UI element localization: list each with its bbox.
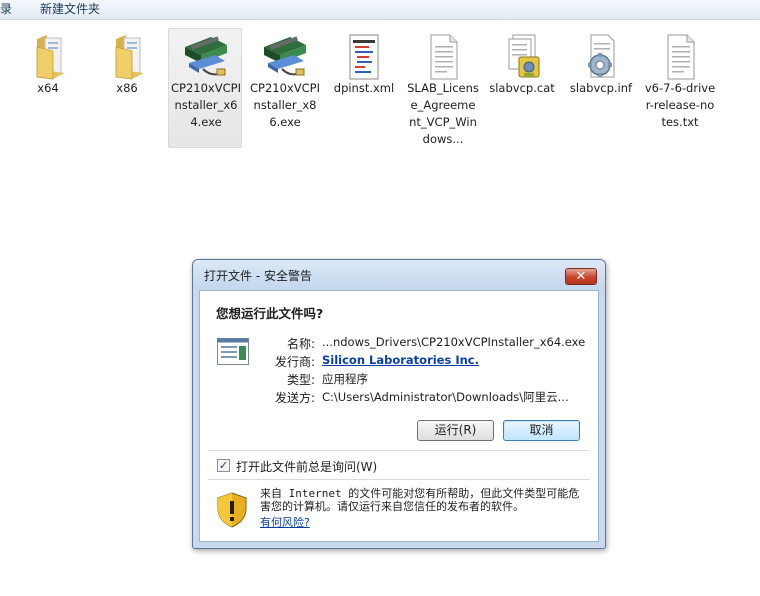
file-item-slabvcp-cat[interactable]: slabvcp.cat [484,28,558,148]
file-label: CP210xVCPInstaller_x64.exe [171,81,241,129]
file-label: x86 [116,81,138,95]
dialog-body: 您想运行此文件吗? 名称: ...ndows_Drivers\CP210xVCP… [199,290,599,542]
file-label: x64 [37,81,59,95]
close-icon: ✕ [575,269,587,284]
file-label: v6-7-6-driver-release-notes.txt [644,81,716,129]
warning-section: 来自 Internet 的文件可能对您有所帮助，但此文件类型可能危害您的计算机。… [200,480,598,541]
file-label: SLAB_License_Agreement_VCP_Windows... [407,81,479,146]
security-warning-dialog: 打开文件 - 安全警告 ✕ 您想运行此文件吗? 名称: ...ndows_Dri… [192,259,606,549]
type-value: 应用程序 [322,372,368,386]
folder-icon [115,35,144,80]
close-button[interactable]: ✕ [565,268,597,285]
xml-file-icon [349,34,379,80]
file-label: dpinst.xml [333,81,395,95]
file-item-slabvcp-inf[interactable]: slabvcp.inf [563,28,637,148]
divider [208,450,590,451]
folder-icon [36,35,65,80]
security-shield-icon [217,492,247,528]
toolbar-item-fragment[interactable]: 录 [0,1,12,17]
text-file-icon [430,34,458,80]
from-value: C:\Users\Administrator\Downloads\阿里云... [322,390,569,404]
type-label: 类型: [286,373,315,387]
security-catalog-icon [508,34,540,78]
new-folder-button[interactable]: 新建文件夹 [40,1,100,17]
warning-message: 来自 Internet 的文件可能对您有所帮助，但此文件类型可能危害您的计算机。… [260,487,580,513]
setup-info-icon [588,34,615,78]
text-file-icon [667,34,695,80]
publisher-label: 发行商: [274,355,315,369]
application-icon [217,338,249,365]
file-label: slabvcp.cat [489,81,555,95]
dialog-titlebar[interactable]: 打开文件 - 安全警告 ✕ [193,260,605,290]
dialog-title: 打开文件 - 安全警告 [204,269,312,283]
checkmark-icon: ✓ [218,459,229,472]
explorer-toolbar: 录 新建文件夹 [0,0,760,20]
file-item-release-notes-txt[interactable]: v6-7-6-driver-release-notes.txt [642,28,716,148]
file-item-dpinst-xml[interactable]: dpinst.xml [326,28,400,148]
name-label: 名称: [286,337,315,351]
always-ask-checkbox[interactable]: ✓ [217,459,230,472]
installer-exe-icon [185,36,227,76]
risk-help-link[interactable]: 有何风险? [260,514,310,530]
publisher-value: Silicon Laboratories Inc. [322,353,592,367]
file-item-x86[interactable]: x86 [89,28,163,148]
dialog-question: 您想运行此文件吗? [216,306,324,321]
cancel-button[interactable]: 取消 [503,420,580,441]
file-label: CP210xVCPInstaller_x86.exe [250,81,320,129]
always-ask-label[interactable]: 打开此文件前总是询问(W) [236,458,377,475]
file-item-x64[interactable]: x64 [10,28,84,148]
file-label: slabvcp.inf [569,81,633,95]
file-item-cp210x-x64-exe[interactable]: CP210xVCPInstaller_x64.exe [168,28,242,148]
from-label: 发送方: [274,391,315,405]
installer-exe-icon [264,36,306,76]
file-item-cp210x-x86-exe[interactable]: CP210xVCPInstaller_x86.exe [247,28,321,148]
file-item-slab-license[interactable]: SLAB_License_Agreement_VCP_Windows... [405,28,479,148]
publisher-link[interactable]: Silicon Laboratories Inc. [322,353,479,367]
name-value: ...ndows_Drivers\CP210xVCPInstaller_x64.… [322,335,586,349]
run-button[interactable]: 运行(R) [417,420,494,441]
